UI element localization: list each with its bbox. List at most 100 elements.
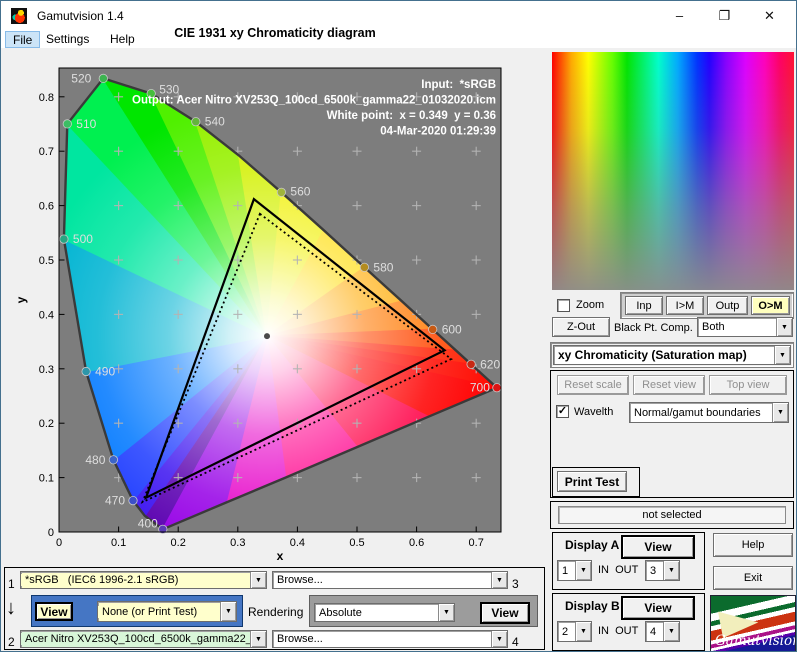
view-output-button[interactable]: View (480, 602, 530, 624)
black-pt-comp-label: Black Pt. Comp. (614, 322, 693, 334)
y-tick-label: 0.8 (39, 92, 54, 104)
wavelength-label-480: 480 (85, 453, 105, 467)
white-point-marker (264, 333, 271, 340)
display-a-inout-label: IN OUT (598, 564, 639, 576)
black-pt-comp-value: Both (702, 321, 725, 333)
chart-title: CIE 1931 xy Chromaticity diagram (174, 26, 376, 40)
rendering-value: Absolute (319, 606, 362, 619)
reset-view-button[interactable]: Reset view (633, 375, 705, 395)
view-mode-value: xy Chromaticity (Saturation map) (558, 348, 747, 362)
input-profile-value: *sRGB (IEC6 1996-2.1 sRGB) (21, 574, 250, 586)
browse-2-dropdown[interactable]: Browse... ▼ (272, 630, 508, 648)
chevron-down-icon[interactable]: ▼ (575, 622, 591, 641)
browse-1-value: Browse... (277, 574, 323, 586)
wavelth-checkbox[interactable]: ✓ (556, 405, 569, 418)
zoom-checkbox-label: Zoom (576, 299, 605, 311)
chromaticity-chart[interactable]: 520530510 5405605806006207005004904804704… (9, 49, 541, 566)
slot-1-label: 1 (8, 577, 15, 591)
chevron-down-icon[interactable]: ▼ (220, 602, 236, 621)
wavelength-label-490: 490 (95, 365, 115, 379)
chevron-down-icon[interactable]: ▼ (491, 631, 507, 647)
chevron-down-icon[interactable]: ▼ (663, 561, 679, 580)
chevron-down-icon[interactable]: ▼ (491, 572, 507, 588)
rendering-label: Rendering (248, 605, 304, 619)
outp-button[interactable]: Outp (707, 296, 748, 315)
display-b-out-dropdown[interactable]: 4 ▼ (645, 621, 680, 642)
chart-annotation-3: 04-Mar-2020 01:29:39 (380, 126, 496, 138)
x-tick-label: 0.4 (290, 537, 305, 549)
wavelength-dot-470 (128, 495, 138, 506)
z-out-button[interactable]: Z-Out (552, 317, 610, 337)
wavelength-label-520: 520 (71, 71, 91, 85)
o-to-m-button[interactable]: O>M (751, 296, 790, 315)
y-tick-label: 0.4 (39, 309, 54, 321)
app-icon (11, 8, 27, 24)
black-pt-comp-dropdown[interactable]: Both ▼ (697, 317, 793, 337)
wavelength-dot-580 (359, 262, 369, 272)
wavelength-dot-490 (81, 366, 91, 377)
chevron-down-icon[interactable]: ▼ (250, 572, 266, 588)
down-arrow-icon: ↓ (6, 597, 16, 619)
wavelth-checkbox-label: Wavelth (574, 406, 614, 418)
status-text: not selected (558, 506, 786, 524)
display-a-view-button[interactable]: View (621, 535, 695, 559)
chart-annotation-1: Output: Acer Nitro XV253Q_100cd_6500k_ga… (132, 95, 496, 107)
y-tick-label: 0 (48, 527, 54, 539)
y-axis-title: y (14, 296, 28, 303)
top-view-button[interactable]: Top view (709, 375, 787, 395)
i-to-m-button[interactable]: I>M (666, 296, 704, 315)
wavelength-label-470: 470 (105, 494, 125, 508)
boundaries-value: Normal/gamut boundaries (634, 406, 761, 419)
y-tick-label: 0.7 (39, 146, 54, 158)
wavelength-dot-620 (466, 359, 476, 369)
help-button[interactable]: Help (713, 533, 793, 557)
chevron-down-icon[interactable]: ▼ (774, 346, 790, 364)
display-a-out-dropdown[interactable]: 3 ▼ (645, 560, 680, 581)
exit-button[interactable]: Exit (713, 566, 793, 590)
y-tick-label: 0.3 (39, 364, 54, 376)
view-input-button[interactable]: View (35, 602, 73, 621)
display-b-title: Display B (565, 599, 620, 613)
slot-2-label: 2 (8, 635, 15, 649)
chevron-down-icon[interactable]: ▼ (663, 622, 679, 641)
x-tick-label: 0 (56, 537, 62, 549)
x-axis-title: x (277, 549, 284, 563)
input-profile-dropdown[interactable]: *sRGB (IEC6 1996-2.1 sRGB) ▼ (20, 571, 267, 589)
wavelength-label-620: 620 (480, 357, 500, 371)
reset-scale-button[interactable]: Reset scale (557, 375, 629, 395)
slot-3-label: 3 (512, 577, 519, 591)
pattern-value: None (or Print Test) (98, 605, 220, 618)
view-mode-dropdown[interactable]: xy Chromaticity (Saturation map) ▼ (553, 345, 791, 365)
browse-1-dropdown[interactable]: Browse... ▼ (272, 571, 508, 589)
chevron-down-icon[interactable]: ▼ (575, 561, 591, 580)
x-tick-label: 0.5 (349, 537, 364, 549)
y-tick-label: 0.2 (39, 418, 54, 430)
close-button[interactable]: ✕ (747, 1, 792, 30)
chevron-down-icon[interactable]: ▼ (776, 318, 792, 336)
y-tick-label: 0.1 (39, 473, 54, 485)
display-b-view-button[interactable]: View (621, 596, 695, 620)
display-b-in-dropdown[interactable]: 2 ▼ (557, 621, 592, 642)
rendering-dropdown[interactable]: Absolute ▼ (314, 603, 455, 622)
status-frame: not selected (550, 501, 794, 529)
inp-button[interactable]: Inp (625, 296, 663, 315)
wavelength-dot-560 (276, 187, 286, 197)
display-b-inout-label: IN OUT (598, 625, 639, 637)
chevron-down-icon[interactable]: ▼ (772, 403, 788, 422)
print-test-button[interactable]: Print Test (557, 471, 627, 492)
display-a-in-dropdown[interactable]: 1 ▼ (557, 560, 592, 581)
wavelength-label-400: 400 (138, 516, 158, 530)
maximize-button[interactable]: ❐ (702, 1, 747, 30)
display-b-in-value: 2 (562, 625, 569, 638)
window-title: Gamutvision 1.4 (37, 9, 124, 23)
boundaries-dropdown[interactable]: Normal/gamut boundaries ▼ (629, 402, 789, 423)
pattern-dropdown[interactable]: None (or Print Test) ▼ (97, 601, 237, 622)
output-profile-dropdown[interactable]: Acer Nitro XV253Q_100cd_6500k_gamma22_01… (20, 630, 267, 648)
display-a-title: Display A (565, 538, 620, 552)
chevron-down-icon[interactable]: ▼ (250, 631, 266, 647)
zoom-checkbox[interactable] (557, 299, 570, 312)
chevron-down-icon[interactable]: ▼ (438, 604, 454, 621)
wavelength-dot-480 (108, 455, 119, 465)
minimize-button[interactable]: – (657, 1, 702, 30)
saturation-map-preview (552, 52, 794, 290)
